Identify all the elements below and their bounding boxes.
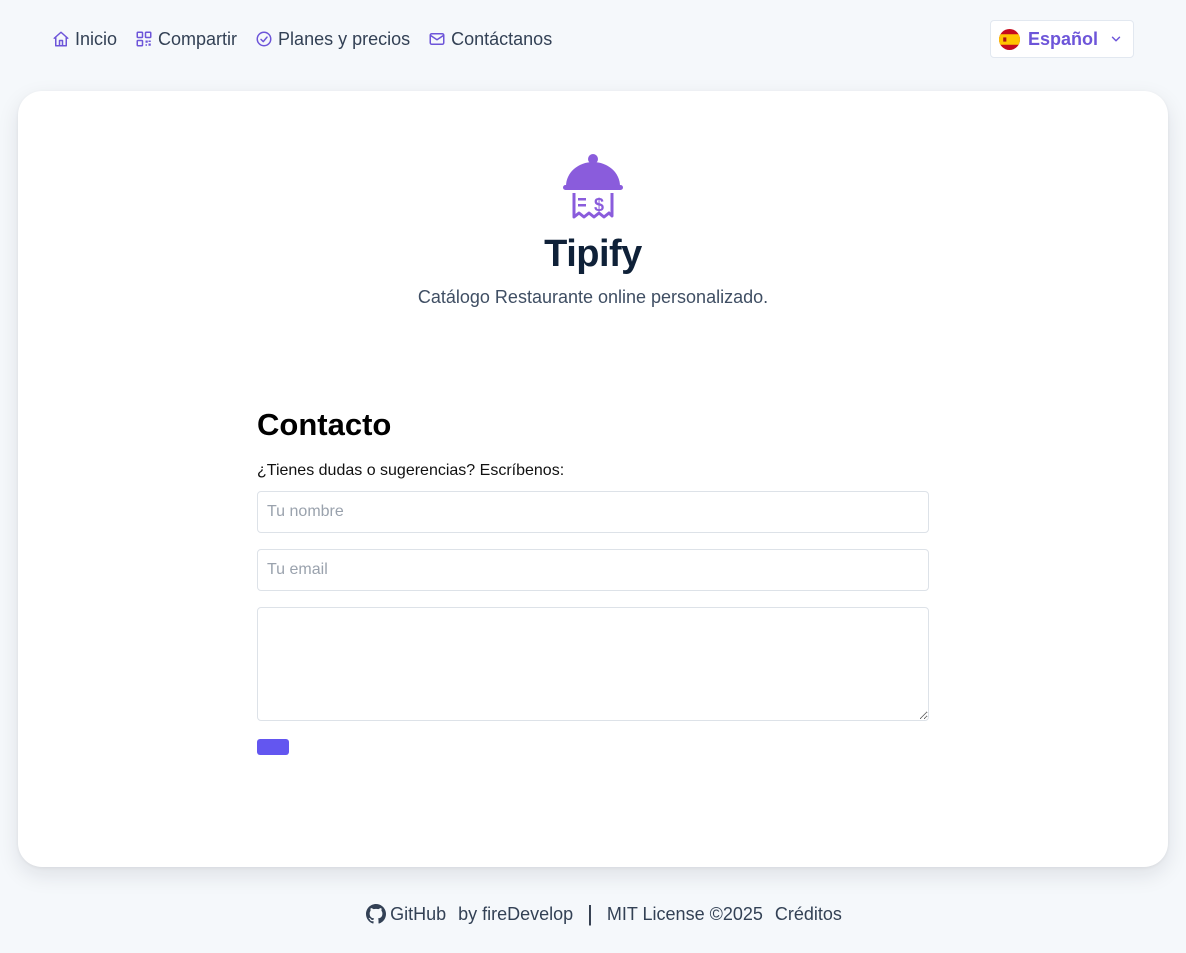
- github-label: GitHub: [390, 903, 447, 924]
- nav-item-compartir[interactable]: Compartir: [135, 29, 237, 50]
- nav-item-inicio[interactable]: Inicio: [52, 29, 117, 50]
- home-icon: [53, 31, 69, 47]
- main-card: $ Tipify Catálogo Restaurante online per…: [18, 91, 1168, 867]
- footer: GitHub by fireDevelop | MIT License ©202…: [0, 901, 1186, 926]
- github-icon: [366, 904, 387, 924]
- nav-item-contactanos[interactable]: Contáctanos: [428, 29, 552, 50]
- credits-link[interactable]: Créditos: [775, 904, 842, 925]
- qr-code-icon: [136, 31, 152, 47]
- github-link[interactable]: GitHub: [366, 904, 446, 925]
- license-text: MIT License ©2025: [606, 903, 763, 924]
- message-textarea[interactable]: [257, 607, 929, 721]
- author-link[interactable]: by fireDevelop: [458, 904, 573, 925]
- language-select[interactable]: Español: [990, 20, 1134, 58]
- nav-item-label: Planes y precios: [278, 28, 411, 49]
- brand-title: Tipify: [544, 233, 642, 275]
- contact-prompt: ¿Tienes dudas o sugerencias? Escríbenos:: [257, 462, 565, 479]
- nav-item-planes[interactable]: Planes y precios: [255, 29, 410, 50]
- cloche-receipt-icon: $: [563, 154, 623, 219]
- nav-item-label: Compartir: [158, 28, 238, 49]
- email-input[interactable]: [257, 549, 929, 591]
- nav-item-label: Inicio: [75, 28, 118, 49]
- contact-title: Contacto: [257, 407, 392, 442]
- mail-icon: [429, 33, 445, 45]
- language-label: Español: [1028, 28, 1099, 49]
- footer-separator: |: [587, 901, 593, 926]
- submit-button[interactable]: [257, 739, 289, 755]
- spain-flag-icon: [999, 28, 1020, 50]
- name-input[interactable]: [257, 491, 929, 533]
- top-nav: Inicio Compartir Planes y precios Contác…: [52, 27, 552, 51]
- check-circle-icon: [256, 31, 272, 47]
- chevron-down-icon: [1111, 36, 1121, 42]
- nav-item-label: Contáctanos: [451, 28, 553, 49]
- brand-tagline: Catálogo Restaurante online personalizad…: [417, 287, 769, 307]
- svg-text:$: $: [594, 195, 604, 215]
